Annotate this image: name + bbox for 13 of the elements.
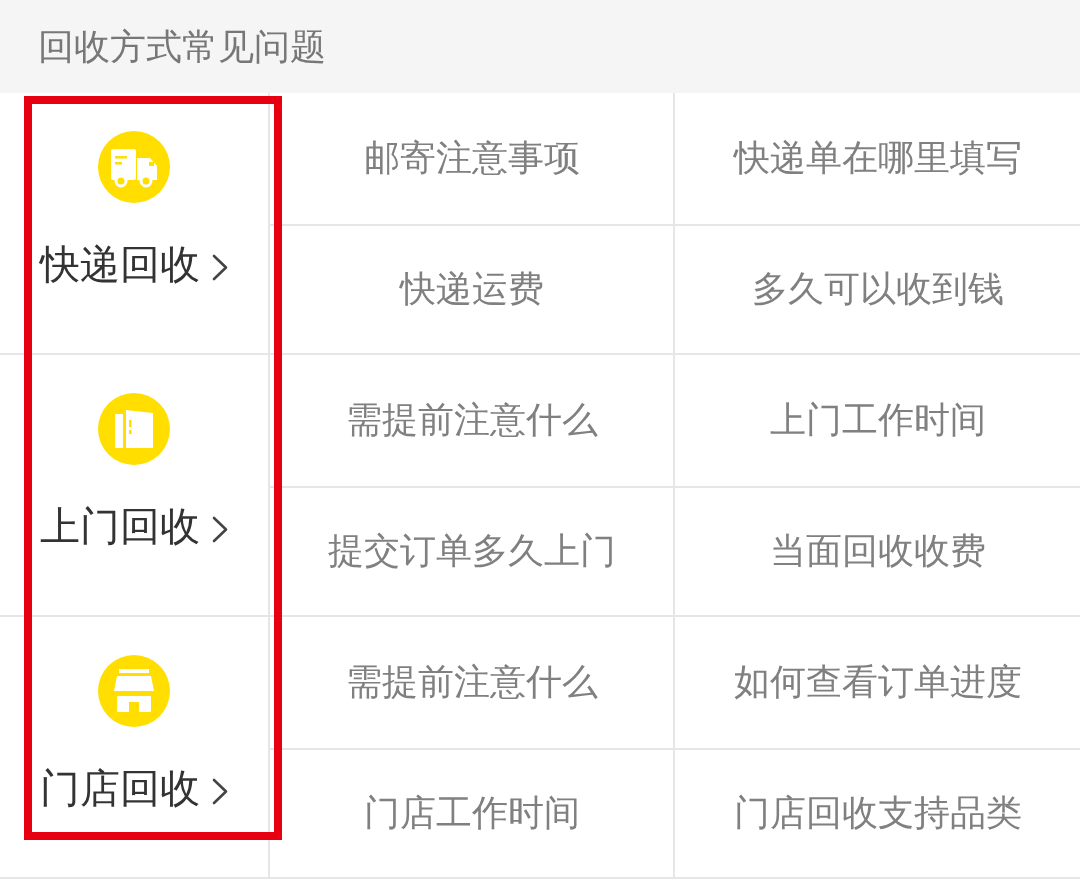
category-link[interactable]: 快递回收 [40,240,228,288]
chevron-icon [212,253,228,281]
category-link[interactable]: 上门回收 [40,502,228,550]
shop-icon [98,655,170,727]
truck-icon [98,131,170,203]
faq-item[interactable]: 需提前注意什么 [270,617,675,750]
faq-item[interactable]: 邮寄注意事项 [270,93,675,226]
door-icon [98,393,170,465]
chevron-icon [212,515,228,543]
chevron-icon [212,777,228,805]
section-title: 回收方式常见问题 [38,24,326,69]
faq-item[interactable]: 需提前注意什么 [270,355,675,488]
category-link[interactable]: 门店回收 [40,764,228,812]
